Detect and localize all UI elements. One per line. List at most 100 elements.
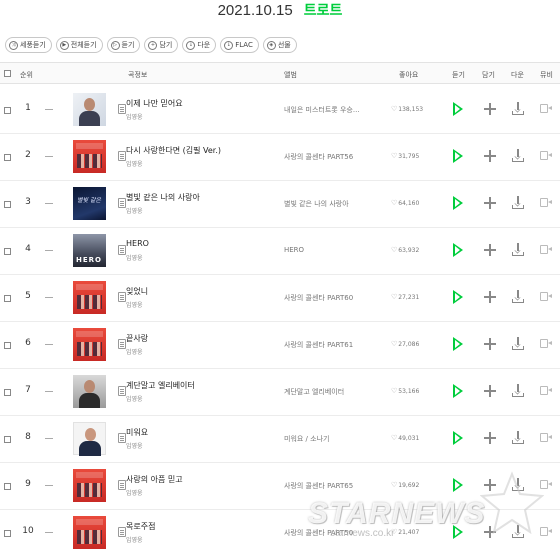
song-title[interactable]: 계단말고 엘리베이터 [126,380,195,391]
like-button[interactable]: ♡138,153 [391,105,423,113]
play-icon[interactable] [450,242,466,258]
like-button[interactable]: ♡49,031 [391,434,419,442]
toolbar-button-play-all[interactable]: ▶ 전체듣기 [55,37,103,53]
play-icon[interactable] [450,336,466,352]
song-artist[interactable]: 임영웅 [126,535,143,544]
like-button[interactable]: ♡53,166 [391,387,419,395]
song-title[interactable]: 목로주점 [126,521,155,532]
toolbar-button-shuffle[interactable]: ⤨ 세풍듣기 [5,37,52,53]
play-icon[interactable] [450,383,466,399]
row-checkbox[interactable] [4,389,11,396]
download-icon[interactable] [512,384,524,397]
music-video-icon[interactable] [540,292,552,301]
row-checkbox[interactable] [4,295,11,302]
music-video-icon[interactable] [540,433,552,442]
album-art[interactable] [73,281,106,314]
song-album[interactable]: HERO [284,246,389,254]
toolbar-button-flac-download[interactable]: ↓ FLAC [220,37,259,53]
song-artist[interactable]: 임영웅 [126,300,143,309]
toolbar-button-download[interactable]: ↓ 다운 [182,37,217,53]
row-checkbox[interactable] [4,436,11,443]
music-video-icon[interactable] [540,104,552,113]
play-icon[interactable] [450,101,466,117]
download-icon[interactable] [512,431,524,444]
add-icon[interactable] [484,432,496,444]
song-title[interactable]: 별빛 같은 나의 사랑아 [126,192,200,203]
song-album[interactable]: 사랑의 콜센타 PART61 [284,340,389,350]
album-art[interactable] [73,93,106,126]
song-title[interactable]: HERO [126,239,149,248]
add-icon[interactable] [484,150,496,162]
download-icon[interactable] [512,290,524,303]
add-icon[interactable] [484,338,496,350]
like-button[interactable]: ♡27,231 [391,293,419,301]
song-album[interactable]: 미워요 / 소나기 [284,434,389,444]
song-info-icon[interactable] [118,104,126,114]
row-checkbox[interactable] [4,201,11,208]
album-art[interactable] [73,375,106,408]
like-button[interactable]: ♡64,160 [391,199,419,207]
row-checkbox[interactable] [4,154,11,161]
music-video-icon[interactable] [540,198,552,207]
album-art[interactable]: 별빛 같은 [73,187,106,220]
add-icon[interactable] [484,197,496,209]
play-icon[interactable] [450,195,466,211]
song-artist[interactable]: 임영웅 [126,441,143,450]
song-artist[interactable]: 임영웅 [126,488,143,497]
add-icon[interactable] [484,103,496,115]
song-info-icon[interactable] [118,292,126,302]
play-icon[interactable] [450,430,466,446]
row-checkbox[interactable] [4,107,11,114]
toolbar-button-play[interactable]: ▷ 듣기 [106,37,141,53]
album-art[interactable]: HERO [73,234,106,267]
song-artist[interactable]: 임영웅 [126,394,143,403]
play-icon[interactable] [450,148,466,164]
song-title[interactable]: 미워요 [126,427,148,438]
select-all-checkbox[interactable] [4,70,11,77]
play-icon[interactable] [450,289,466,305]
download-icon[interactable] [512,102,524,115]
song-info-icon[interactable] [118,198,126,208]
song-artist[interactable]: 임영웅 [126,347,143,356]
add-icon[interactable] [484,385,496,397]
song-artist[interactable]: 임영웅 [126,253,143,262]
row-checkbox[interactable] [4,483,11,490]
song-album[interactable]: 계단말고 엘리베이터 [284,387,389,397]
song-info-icon[interactable] [118,386,126,396]
toolbar-button-plus[interactable]: + 담기 [144,37,179,53]
song-title[interactable]: 잊었니 [126,286,148,297]
song-artist[interactable]: 임영웅 [126,206,143,215]
song-artist[interactable]: 임영웅 [126,112,143,121]
song-info-icon[interactable] [118,151,126,161]
add-icon[interactable] [484,291,496,303]
row-checkbox[interactable] [4,530,11,537]
music-video-icon[interactable] [540,339,552,348]
album-art[interactable] [73,469,106,502]
album-art[interactable] [73,422,106,456]
song-info-icon[interactable] [118,527,126,537]
song-title[interactable]: 사랑의 아픔 믿고 [126,474,183,485]
song-info-icon[interactable] [118,339,126,349]
music-video-icon[interactable] [540,151,552,160]
song-album[interactable]: 사랑의 콜센타 PART56 [284,152,389,162]
download-icon[interactable] [512,196,524,209]
song-title[interactable]: 이제 나만 믿어요 [126,98,183,109]
row-checkbox[interactable] [4,248,11,255]
song-title[interactable]: 끝사랑 [126,333,148,344]
song-album[interactable]: 별빛 같은 나의 사랑아 [284,199,389,209]
music-video-icon[interactable] [540,245,552,254]
song-title[interactable]: 다시 사랑한다면 (김필 Ver.) [126,145,221,156]
song-artist[interactable]: 임영웅 [126,159,143,168]
toolbar-button-gift[interactable]: ◈ 선물 [262,37,297,53]
download-icon[interactable] [512,243,524,256]
album-art[interactable] [73,516,106,549]
row-checkbox[interactable] [4,342,11,349]
download-icon[interactable] [512,337,524,350]
song-album[interactable]: 사랑의 콜센타 PART65 [284,481,389,491]
like-button[interactable]: ♡31,795 [391,152,419,160]
like-button[interactable]: ♡19,692 [391,481,419,489]
music-video-icon[interactable] [540,386,552,395]
like-button[interactable]: ♡63,932 [391,246,419,254]
song-info-icon[interactable] [118,245,126,255]
album-art[interactable] [73,328,106,361]
